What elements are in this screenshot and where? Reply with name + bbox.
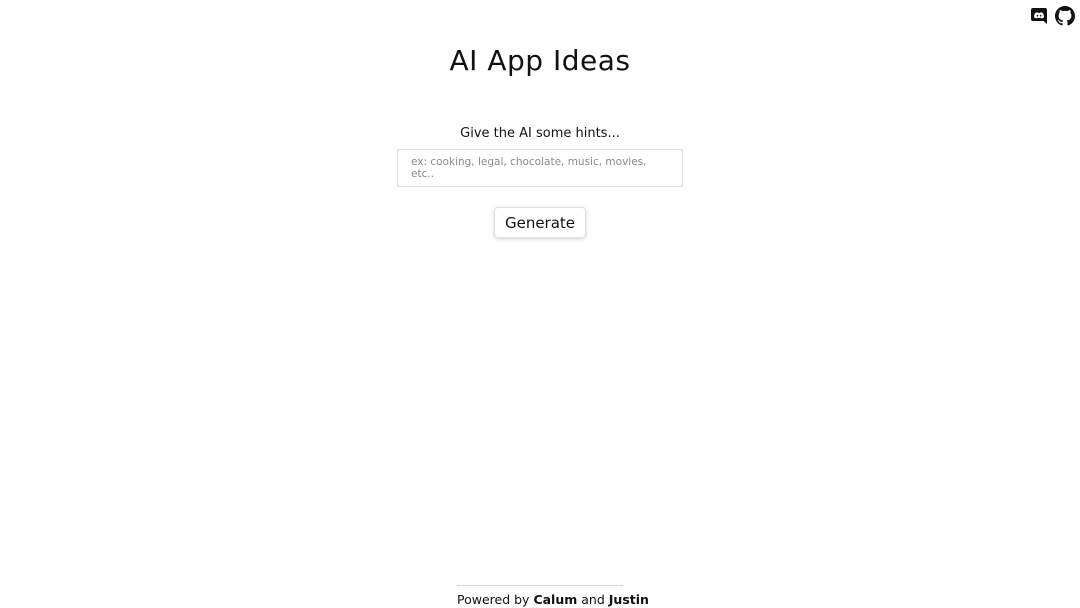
social-links xyxy=(1031,6,1075,26)
footer-prefix: Powered by xyxy=(457,592,530,607)
hint-label: Give the AI some hints... xyxy=(460,126,620,141)
generate-button[interactable]: Generate xyxy=(494,207,586,238)
author-link-calum[interactable]: Calum xyxy=(533,592,577,607)
footer: Powered by Calum and Justin xyxy=(457,585,649,607)
discord-icon xyxy=(1031,8,1047,24)
discord-link[interactable] xyxy=(1031,8,1047,24)
github-link[interactable] xyxy=(1055,6,1075,26)
footer-conjunction: and xyxy=(581,592,605,607)
page: AI App Ideas Give the AI some hints... G… xyxy=(0,0,1080,608)
hints-input[interactable] xyxy=(397,149,683,187)
page-title: AI App Ideas xyxy=(449,44,631,77)
github-icon xyxy=(1055,6,1075,26)
author-link-justin[interactable]: Justin xyxy=(609,592,649,607)
